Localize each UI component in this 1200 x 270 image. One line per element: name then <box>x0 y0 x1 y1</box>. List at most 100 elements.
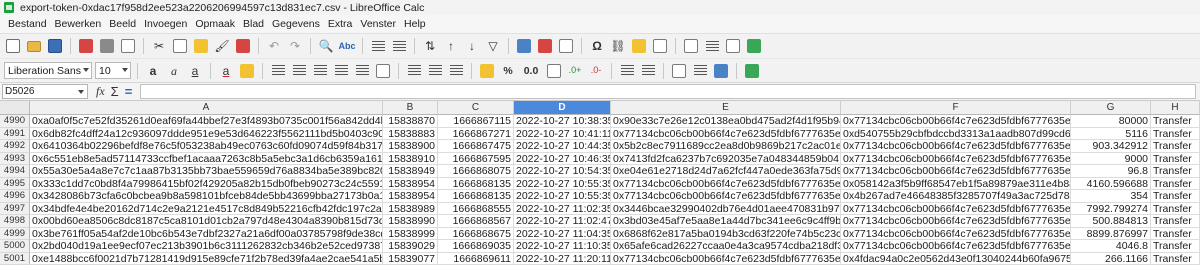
column-header-c[interactable]: C <box>438 101 514 115</box>
align-bottom-button[interactable] <box>447 62 465 80</box>
cell-g[interactable]: 500.884813 <box>1071 215 1151 228</box>
insert-chart-button[interactable] <box>536 37 554 55</box>
formula-input[interactable] <box>140 84 1196 99</box>
cell-f[interactable]: 0x77134cbc06cb00b66f4c7e623d5fdbf6777635… <box>841 215 1071 228</box>
font-name-combo[interactable]: Liberation Sans <box>4 62 92 79</box>
font-size-combo[interactable]: 10 <box>95 62 131 79</box>
column-header-g[interactable]: G <box>1071 101 1151 115</box>
show-draw-functions-button[interactable] <box>745 37 763 55</box>
decrease-indent-button[interactable] <box>639 62 657 80</box>
cell-b[interactable]: 15838910 <box>383 152 438 165</box>
cell-e[interactable]: 0x6868f62e817a5ba0194b3cd63f220fe74b5c23… <box>611 227 841 240</box>
cell-h[interactable]: Transfer <box>1151 190 1200 203</box>
cell-d[interactable]: 2022-10-27 11:02:35 <box>514 202 611 215</box>
cell-f[interactable]: 0xd540755b29cbfbdccbd3313a1aadb807d99cd6… <box>841 127 1071 140</box>
row-header[interactable]: 5001 <box>0 252 30 265</box>
cell-d[interactable]: 2022-10-27 11:04:35 <box>514 227 611 240</box>
cell-d[interactable]: 2022-10-27 10:46:35 <box>514 152 611 165</box>
delete-decimal-button[interactable]: .0- <box>587 62 605 80</box>
cell-g[interactable]: 5116 <box>1071 127 1151 140</box>
cell-g[interactable]: 903.342912 <box>1071 140 1151 153</box>
cell-b[interactable]: 15838870 <box>383 115 438 128</box>
cell-h[interactable]: Transfer <box>1151 215 1200 228</box>
name-box[interactable]: D5026 <box>2 84 88 99</box>
headers-footers-button[interactable] <box>651 37 669 55</box>
currency-format-button[interactable] <box>478 62 496 80</box>
wrap-text-button[interactable] <box>353 62 371 80</box>
cell-c[interactable]: 1666869035 <box>438 240 514 253</box>
cell-b[interactable]: 15839077 <box>383 252 438 265</box>
cell-f[interactable]: 0x77134cbc06cb00b66f4c7e623d5fdbf6777635… <box>841 227 1071 240</box>
cell-c[interactable]: 1666867475 <box>438 140 514 153</box>
row-header[interactable]: 4996 <box>0 190 30 203</box>
cell-b[interactable]: 15838989 <box>383 202 438 215</box>
column-header-f[interactable]: F <box>841 101 1071 115</box>
cell-h[interactable]: Transfer <box>1151 252 1200 265</box>
insert-image-button[interactable] <box>515 37 533 55</box>
bold-button[interactable]: a <box>144 62 162 80</box>
sort-descending-button[interactable]: ↓ <box>463 37 481 55</box>
freeze-rows-columns-button[interactable] <box>703 37 721 55</box>
cell-f[interactable]: 0x4fdac94a0c2e0562d43e0f13040244b60fa967… <box>841 252 1071 265</box>
menu-beeld[interactable]: Beeld <box>105 18 140 30</box>
cell-d[interactable]: 2022-10-27 10:44:35 <box>514 140 611 153</box>
row-header[interactable]: 4997 <box>0 202 30 215</box>
cell-f[interactable]: 0x77134cbc06cb00b66f4c7e623d5fdbf6777635… <box>841 140 1071 153</box>
border-style-button[interactable] <box>691 62 709 80</box>
sum-button[interactable]: Σ <box>111 84 119 99</box>
center-vertically-button[interactable] <box>426 62 444 80</box>
cell-b[interactable]: 15838999 <box>383 227 438 240</box>
cell-g[interactable]: 8899.876997 <box>1071 227 1151 240</box>
cell-a[interactable]: 0x55a30e5a4a8e7c7c1aa87b3135bb73bae55965… <box>30 165 383 178</box>
cell-e[interactable]: 0x5b2c8ec7911689cc2ea8d0b9869b217c2ac01e… <box>611 140 841 153</box>
cell-e[interactable]: 0x77134cbc06cb00b66f4c7e623d5fdbf6777635… <box>611 190 841 203</box>
export-pdf-button[interactable] <box>77 37 95 55</box>
cell-h[interactable]: Transfer <box>1151 127 1200 140</box>
cell-b[interactable]: 15838954 <box>383 190 438 203</box>
column-header-h[interactable]: H <box>1151 101 1200 115</box>
row-header[interactable]: 4990 <box>0 115 30 128</box>
pivot-table-button[interactable] <box>557 37 575 55</box>
cell-d[interactable]: 2022-10-27 10:55:35 <box>514 177 611 190</box>
sort-button[interactable]: ⇅ <box>421 37 439 55</box>
cell-c[interactable]: 1666868567 <box>438 215 514 228</box>
cell-e[interactable]: 0xe04e61e2718d24d7a62fcf447a0ede363fa75d… <box>611 165 841 178</box>
cell-f[interactable]: 0x77134cbc06cb00b66f4c7e623d5fdbf6777635… <box>841 115 1071 128</box>
hyperlink-button[interactable]: ⛓ <box>609 37 627 55</box>
menu-bewerken[interactable]: Bewerken <box>51 18 106 30</box>
column-header-e[interactable]: E <box>611 101 841 115</box>
cell-d[interactable]: 2022-10-27 11:10:35 <box>514 240 611 253</box>
cell-e[interactable]: 0x90e33c7e26e12c0138ea0bd475ad2f4d1f95b9… <box>611 115 841 128</box>
cell-a[interactable]: 0x333c1dd7c0bd8f4a79986415bf02f429205a82… <box>30 177 383 190</box>
row-header[interactable]: 4992 <box>0 140 30 153</box>
cell-a[interactable]: 0x3428086b73cfa6c0bcbea9b8a598101bfceb84… <box>30 190 383 203</box>
cell-g[interactable]: 96.8 <box>1071 165 1151 178</box>
number-format-button[interactable]: 0.0 <box>520 62 542 80</box>
cell-a[interactable]: 0x6db82fc4dff24a12c936097ddde951e9e53d64… <box>30 127 383 140</box>
menu-opmaak[interactable]: Opmaak <box>191 18 239 30</box>
spelling-button[interactable]: Abc <box>338 37 356 55</box>
column-header-a[interactable]: A <box>30 101 383 115</box>
row-header[interactable]: 4991 <box>0 127 30 140</box>
underline-button[interactable]: a <box>186 62 204 80</box>
cell-a[interactable]: 0x2bd040d19a1ee9ecf07ec213b3901b6c311126… <box>30 240 383 253</box>
column-button[interactable] <box>390 37 408 55</box>
cell-a[interactable]: 0x3be761ff05a54af2de10bc6b543e7dbf2327a2… <box>30 227 383 240</box>
row-header[interactable]: 4995 <box>0 177 30 190</box>
clear-formatting-button[interactable] <box>234 37 252 55</box>
menu-gegevens[interactable]: Gegevens <box>268 18 324 30</box>
cell-e[interactable]: 0x7413fd2fca6237b7c692035e7a048344859b04 <box>611 152 841 165</box>
select-all-corner[interactable] <box>0 101 30 115</box>
cell-f[interactable]: 0x77134cbc06cb00b66f4c7e623d5fdbf6777635… <box>841 202 1071 215</box>
cell-b[interactable]: 15838990 <box>383 215 438 228</box>
paste-button[interactable] <box>192 37 210 55</box>
formula-button[interactable]: = <box>125 84 133 99</box>
print-preview-button[interactable] <box>119 37 137 55</box>
cell-g[interactable]: 4160.596688 <box>1071 177 1151 190</box>
cell-b[interactable]: 15838954 <box>383 177 438 190</box>
column-header-b[interactable]: B <box>383 101 438 115</box>
align-left-button[interactable] <box>269 62 287 80</box>
align-right-button[interactable] <box>311 62 329 80</box>
cell-a[interactable]: 0x00bd60ea8506c8dc8187c5ca8101d01cb2a797… <box>30 215 383 228</box>
cell-g[interactable]: 4046.8 <box>1071 240 1151 253</box>
